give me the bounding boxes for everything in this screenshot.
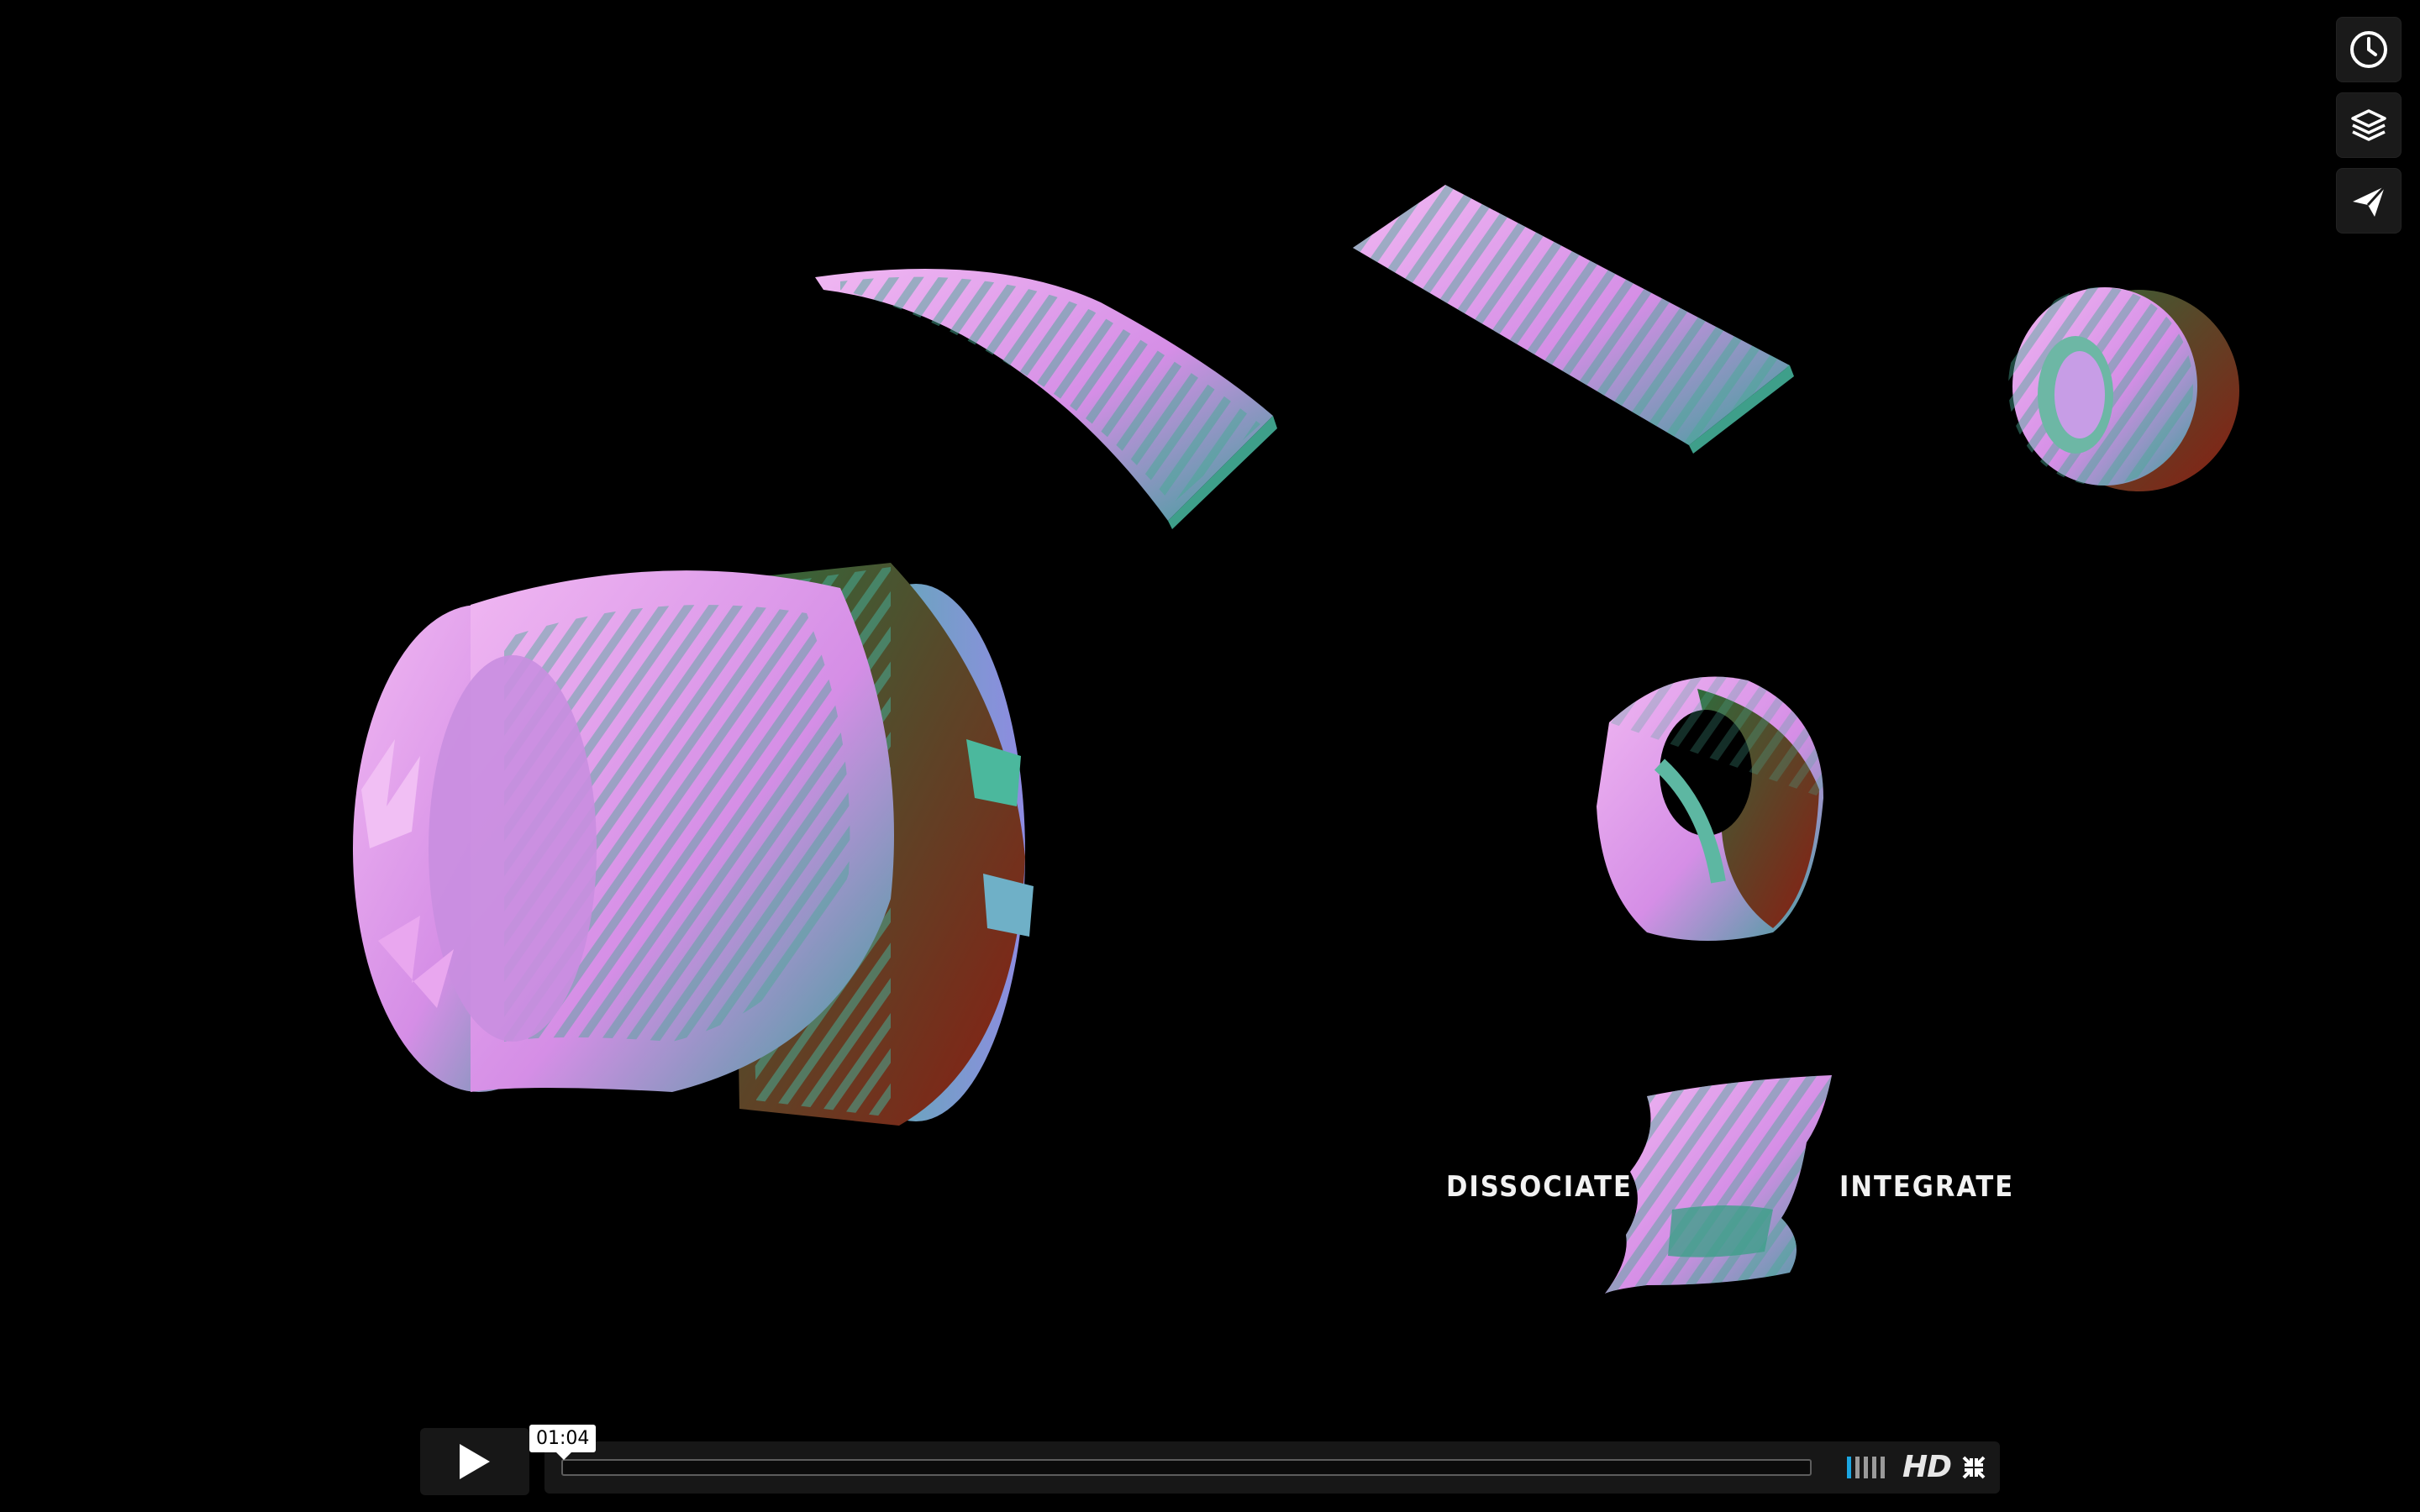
time-tooltip: 01:04: [529, 1425, 597, 1460]
volume-bar: [1881, 1457, 1885, 1478]
layers-icon: [2351, 109, 2386, 141]
sculpture-folded-form: [1605, 1075, 1832, 1294]
sculpture-large-ring: [353, 563, 1034, 1126]
sculpture-flat-strip: [1353, 185, 1794, 454]
play-icon: [460, 1444, 490, 1479]
sculpture-curved-strip: [815, 269, 1277, 529]
collections-button[interactable]: [2336, 92, 2402, 158]
hd-toggle[interactable]: HD: [1902, 1450, 1952, 1484]
fullscreen-icon[interactable]: [1961, 1455, 1986, 1480]
share-button[interactable]: [2336, 168, 2402, 234]
send-icon: [2353, 185, 2386, 217]
play-button[interactable]: [420, 1428, 529, 1495]
volume-bar: [1864, 1457, 1868, 1478]
volume-bar: [1847, 1457, 1851, 1478]
video-frame[interactable]: [0, 0, 2420, 1512]
volume-control[interactable]: [1847, 1457, 1891, 1478]
caption-integrate: INTEGRATE: [1839, 1170, 2015, 1204]
player-controls: HD: [544, 1441, 2000, 1494]
sculpture-twisted-loop: [1597, 676, 1823, 941]
volume-bar: [1855, 1457, 1860, 1478]
clock-icon: [2350, 31, 2387, 68]
sculpture-small-ring: [2008, 287, 2239, 491]
volume-bar: [1872, 1457, 1876, 1478]
caption-dissociate: DISSOCIATE: [1446, 1170, 1633, 1204]
watch-later-button[interactable]: [2336, 17, 2402, 82]
progress-bar[interactable]: [561, 1459, 1812, 1476]
